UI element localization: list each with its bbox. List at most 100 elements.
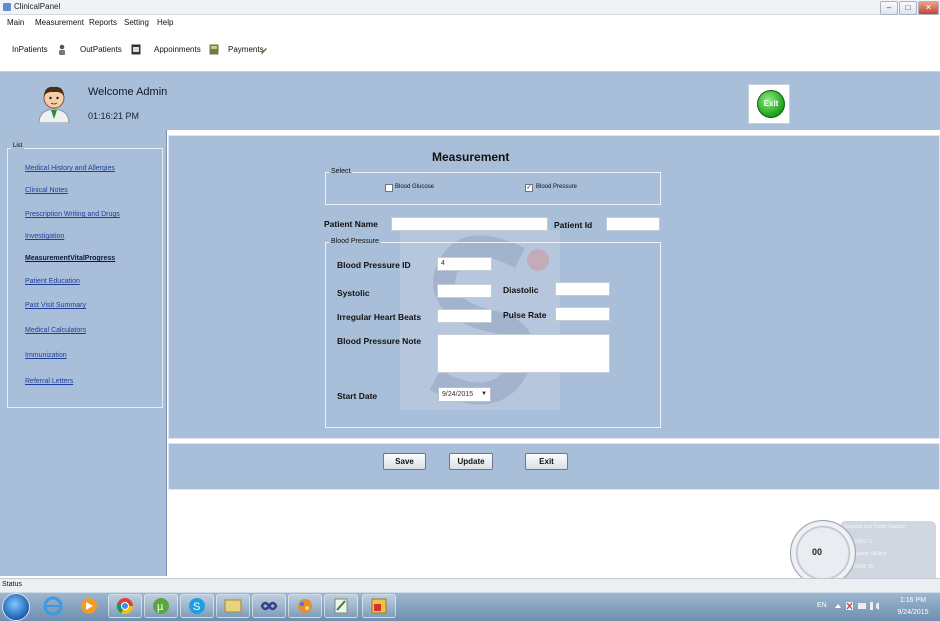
maximize-button[interactable]: □: [899, 1, 917, 15]
exit-label: Exit: [757, 90, 785, 118]
sidebar-item-past-visit[interactable]: Past Visit Summary: [25, 302, 86, 309]
start-button[interactable]: [2, 593, 30, 621]
sidebar-item-patient-education[interactable]: Patient Education: [25, 278, 80, 285]
utorrent-taskbar-button[interactable]: µ: [144, 594, 178, 618]
patient-id-input[interactable]: [606, 217, 660, 231]
toolbar-outpatients[interactable]: OutPatients: [80, 45, 122, 54]
bp-id-label: Blood Pressure ID: [337, 260, 411, 270]
welcome-text: Welcome Admin: [88, 86, 168, 98]
app-window-icon: [371, 598, 387, 614]
blood-glucose-label: Blood Glucose: [395, 184, 435, 190]
menu-help[interactable]: Help: [157, 18, 173, 27]
gadget-speed: Speed: 0Kbit/s: [854, 551, 887, 557]
save-button[interactable]: Save: [383, 453, 426, 470]
gadget-title: Network and Traffic Gadget: [844, 524, 905, 530]
menu-main[interactable]: Main: [7, 18, 24, 27]
tray-icons[interactable]: [834, 601, 884, 611]
header-banner: [0, 72, 940, 130]
paint-icon: [298, 599, 312, 613]
sidebar-legend: List: [11, 143, 25, 149]
menu-reports[interactable]: Reports: [89, 18, 117, 27]
appointment-icon: [131, 44, 141, 55]
avatar: [38, 86, 70, 123]
pulse-rate-label: Pulse Rate: [503, 310, 547, 320]
utorrent-icon: µ: [153, 598, 169, 614]
bp-note-textarea[interactable]: [437, 334, 610, 373]
menu-bar: Main Measurement Reports Setting Help: [0, 15, 940, 31]
svg-text:S: S: [193, 601, 200, 613]
pen-icon: [261, 48, 267, 54]
select-legend: Select: [329, 168, 353, 175]
explorer-taskbar-button[interactable]: [216, 594, 250, 618]
exit-button[interactable]: Exit: [525, 453, 568, 470]
exit-app-button[interactable]: Exit: [748, 84, 790, 124]
sidebar-item-clinical-notes[interactable]: Clinical Notes: [25, 187, 68, 194]
payment-icon: [209, 44, 219, 55]
media-player-icon: [81, 598, 97, 614]
media-taskbar-button[interactable]: [72, 594, 106, 618]
tray-date[interactable]: 9/24/2015: [890, 609, 936, 616]
irregular-heart-beats-label: Irregular Heart Beats: [337, 312, 422, 322]
form-title: Measurement: [432, 150, 510, 164]
start-date-value: 9/24/2015: [442, 391, 474, 398]
irregular-heart-beats-input[interactable]: [437, 309, 492, 323]
blood-pressure-label: Blood Pressure: [536, 184, 578, 190]
folder-icon: [224, 599, 242, 613]
notepad-taskbar-button[interactable]: [324, 594, 358, 618]
sidebar-item-immunization[interactable]: Immunization: [25, 352, 67, 359]
start-date-label: Start Date: [337, 391, 378, 401]
patient-id-label: Patient Id: [554, 220, 593, 230]
toolbar-appointments[interactable]: Appoinments: [154, 45, 201, 54]
close-button[interactable]: ✕: [918, 1, 939, 15]
chrome-icon: [116, 598, 134, 615]
toolbar-inpatients[interactable]: InPatients: [12, 45, 48, 54]
speed-gauge: 00: [790, 520, 856, 586]
sidebar-item-referral[interactable]: Referral Letters: [25, 378, 73, 385]
bp-note-label: Blood Pressure Note: [337, 336, 422, 346]
ie-icon: [43, 596, 63, 616]
pulse-rate-input[interactable]: [555, 307, 610, 321]
sidebar-item-calculators[interactable]: Medical Calculators: [25, 327, 86, 334]
dropdown-arrow-icon[interactable]: ▼: [481, 391, 487, 397]
menu-measurement[interactable]: Measurement: [35, 18, 84, 27]
tray-language[interactable]: EN: [817, 602, 827, 609]
patient-name-input[interactable]: [391, 217, 548, 231]
blood-pressure-checkbox[interactable]: ✓: [525, 184, 533, 192]
sidebar-item-investigation[interactable]: Investigation: [25, 233, 64, 240]
vs-taskbar-button[interactable]: [252, 594, 286, 618]
gauge-value: 00: [812, 547, 823, 557]
bp-id-input[interactable]: 4: [437, 257, 492, 271]
minimize-button[interactable]: –: [880, 1, 898, 15]
select-group: Select Blood Glucose ✓ Blood Pressure: [325, 168, 661, 205]
skype-taskbar-button[interactable]: S: [180, 594, 214, 618]
patient-name-label: Patient Name: [324, 219, 378, 229]
sidebar-item-measurement[interactable]: MeasurementVitalProgress: [25, 255, 115, 262]
tray-time[interactable]: 1:16 PM: [890, 597, 936, 604]
paint-taskbar-button[interactable]: [288, 594, 322, 618]
update-button[interactable]: Update: [449, 453, 493, 470]
start-date-picker[interactable]: 9/24/2015 ▼: [438, 387, 491, 402]
ie-taskbar-button[interactable]: [36, 594, 70, 618]
menu-setting[interactable]: Setting: [124, 18, 149, 27]
chrome-taskbar-button[interactable]: [108, 594, 142, 618]
diastolic-label: Diastolic: [503, 285, 539, 295]
systolic-label: Systolic: [337, 288, 370, 298]
systolic-input[interactable]: [437, 284, 492, 298]
status-text: Status: [2, 581, 22, 588]
sidebar-item-medical-history[interactable]: Medical History and Allergies: [25, 165, 115, 172]
title-bar: ClinicalPanel – □ ✕: [0, 0, 940, 15]
toolbar: InPatients OutPatients Appoinments Payme…: [0, 31, 940, 72]
status-bar: Status: [0, 578, 940, 593]
gadget-ram: RAM: 15: [854, 564, 874, 570]
window-title: ClinicalPanel: [14, 2, 61, 11]
clinical-app-taskbar-button[interactable]: [362, 594, 396, 618]
blood-pressure-legend: Blood Pressure: [329, 238, 381, 245]
toolbar-payments[interactable]: Payments: [228, 45, 264, 54]
sidebar-item-prescription[interactable]: Prescription Writing and Drugs: [25, 211, 120, 218]
gadget-ping: PING: 0: [854, 539, 872, 545]
clock-time: 01:16:21 PM: [88, 111, 140, 121]
diastolic-input[interactable]: [555, 282, 610, 296]
app-icon: [3, 3, 11, 11]
blood-glucose-checkbox[interactable]: [385, 184, 393, 192]
notepad-icon: [334, 598, 348, 614]
